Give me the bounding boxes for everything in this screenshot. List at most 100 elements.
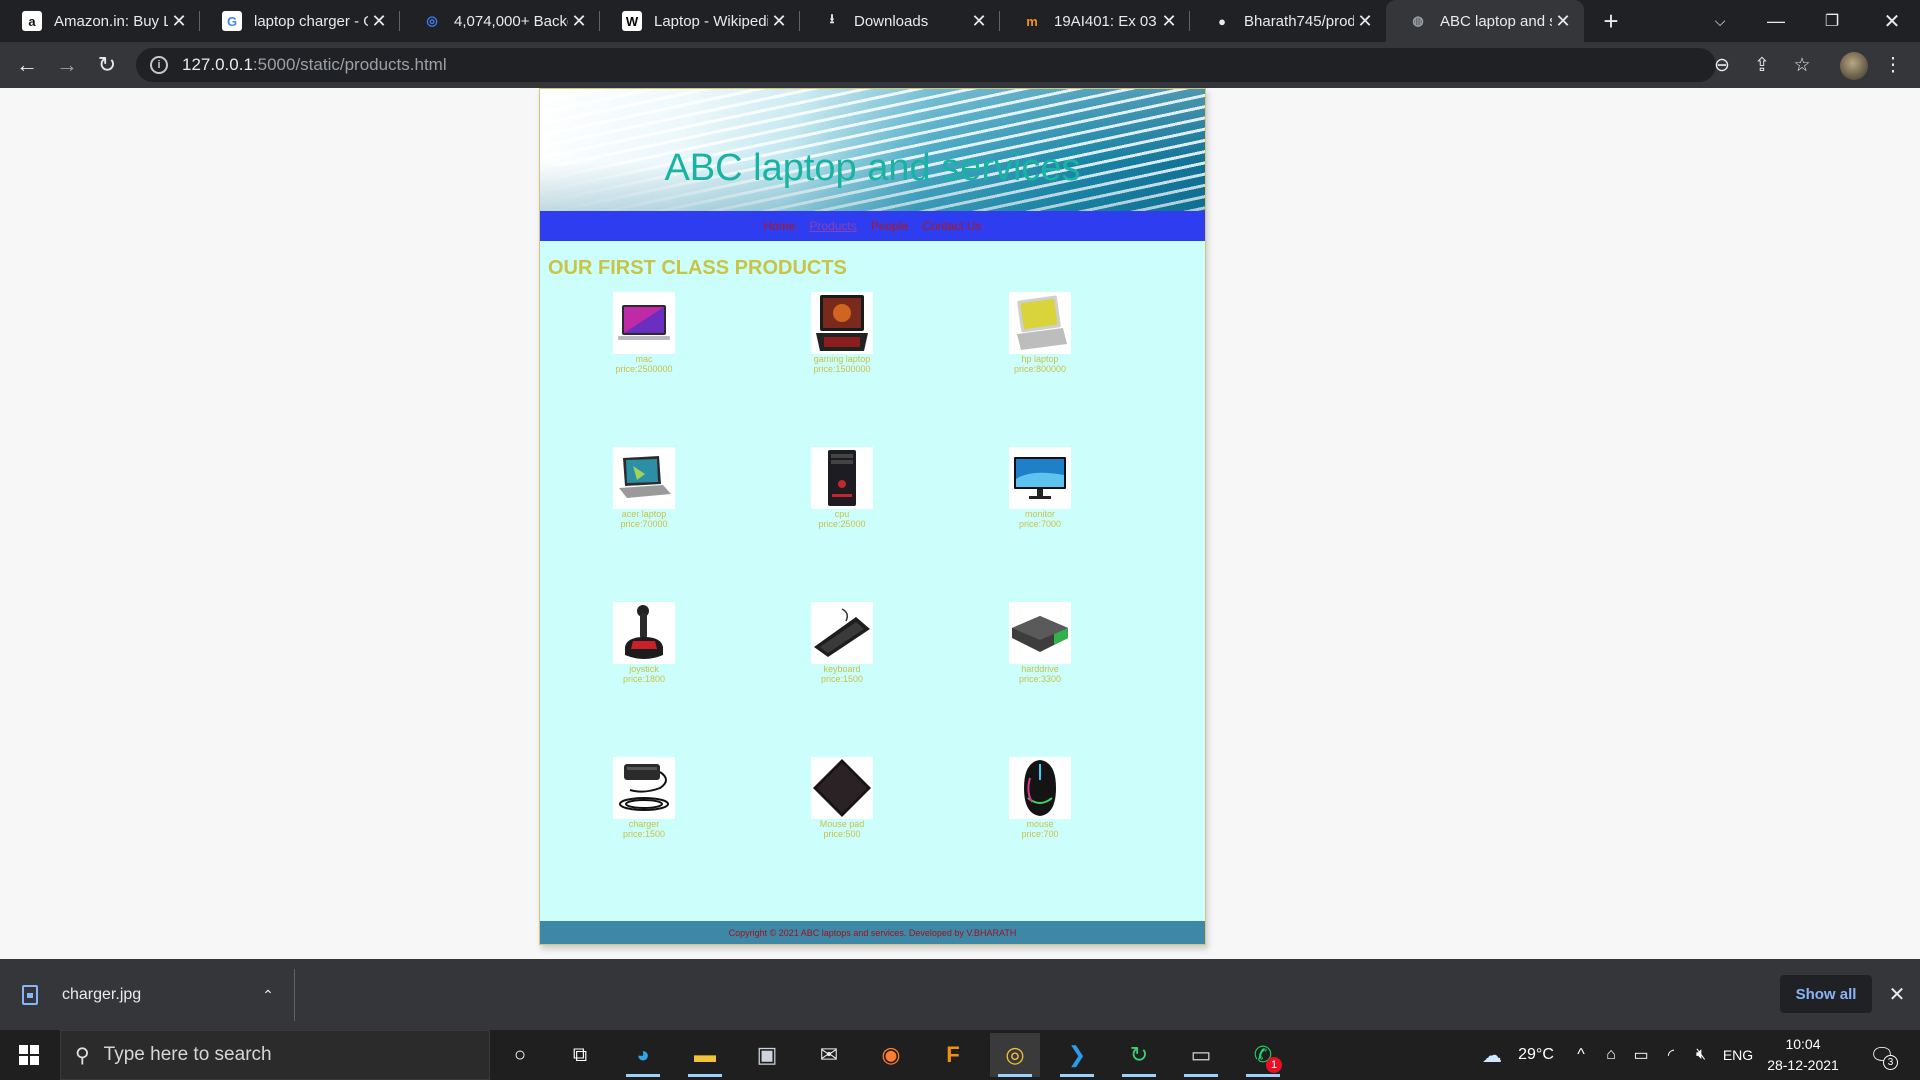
profile-avatar[interactable] — [1840, 52, 1868, 80]
product-card[interactable]: mac price:2500000 — [584, 292, 704, 374]
product-card[interactable]: mouse price:700 — [980, 757, 1100, 839]
image-file-icon — [22, 985, 38, 1005]
weather-cloud-icon[interactable]: ☁ — [1474, 1030, 1510, 1080]
cortana-circle-icon[interactable]: ○ — [495, 1033, 545, 1077]
tab-title: ABC laptop and services — [1440, 12, 1552, 30]
mail-icon[interactable]: ✉ — [804, 1033, 854, 1077]
forward-arrow-icon[interactable]: → — [52, 50, 82, 80]
product-name: harddrive — [1021, 664, 1059, 674]
notification-center-icon[interactable]: 🗨︎ 3 — [1864, 1038, 1900, 1072]
monitor-image[interactable] — [1009, 447, 1071, 509]
harddrive-image[interactable] — [1009, 602, 1071, 664]
product-card[interactable]: joystick price:1800 — [584, 602, 704, 684]
battery-icon[interactable]: ▭ — [1628, 1030, 1654, 1080]
close-tab-icon[interactable]: ✕ — [1158, 10, 1180, 32]
product-card[interactable]: Mouse pad price:500 — [782, 757, 902, 839]
language-indicator[interactable]: ENG — [1718, 1030, 1758, 1080]
charger-image[interactable] — [613, 757, 675, 819]
product-card[interactable]: hp laptop price:800000 — [980, 292, 1100, 374]
nav-link-people[interactable]: People — [871, 219, 908, 233]
tab-backgrounds[interactable]: ◎ 4,074,000+ Backgrounds ✕ — [400, 0, 600, 42]
acer-laptop-image[interactable] — [613, 447, 675, 509]
device-icon[interactable]: ⌂ — [1598, 1030, 1624, 1080]
refresh-app-icon[interactable]: ↻ — [1114, 1033, 1164, 1077]
reload-icon[interactable]: ↻ — [92, 50, 122, 80]
bookmark-star-icon[interactable]: ☆ — [1787, 50, 1817, 80]
close-tab-icon[interactable]: ✕ — [568, 10, 590, 32]
close-tab-icon[interactable]: ✕ — [768, 10, 790, 32]
mousepad-image[interactable] — [811, 757, 873, 819]
globe-favicon-icon: ◍ — [1408, 11, 1428, 31]
close-tab-icon[interactable]: ✕ — [1552, 10, 1574, 32]
search-icon: ⚲ — [75, 1044, 90, 1067]
gaming-laptop-image[interactable] — [811, 292, 873, 354]
tab-amazon[interactable]: a Amazon.in: Buy Laptop ✕ — [0, 0, 200, 42]
mac-laptop-image[interactable] — [613, 292, 675, 354]
product-card[interactable]: charger price:1500 — [584, 757, 704, 839]
tab-search-chevron-icon[interactable]: ⌵ — [1692, 0, 1748, 42]
task-view-icon[interactable]: ⧉ — [555, 1033, 605, 1077]
start-button[interactable] — [0, 1030, 58, 1080]
product-card[interactable]: gaming laptop price:1500000 — [782, 292, 902, 374]
back-arrow-icon[interactable]: ← — [12, 50, 42, 80]
menu-kebab-icon[interactable]: ⋮ — [1878, 50, 1908, 80]
close-tab-icon[interactable]: ✕ — [168, 10, 190, 32]
hp-laptop-image[interactable] — [1009, 292, 1071, 354]
site-navigation: Home Products People Contact Us — [540, 211, 1205, 241]
show-all-button[interactable]: Show all — [1780, 975, 1872, 1013]
restore-button[interactable]: ❐ — [1804, 0, 1860, 42]
tab-downloads[interactable]: ⭳ Downloads ✕ — [800, 0, 1000, 42]
speaker-muted-icon[interactable]: 🔇︎ — [1688, 1030, 1714, 1080]
product-name: mac — [635, 354, 653, 364]
keyboard-image[interactable] — [811, 602, 873, 664]
close-download-bar-icon[interactable]: ✕ — [1884, 981, 1910, 1007]
address-bar[interactable]: i 127.0.0.1:5000/static/products.html — [136, 48, 1716, 82]
tab-google-search[interactable]: G laptop charger - Google ✕ — [200, 0, 400, 42]
site-info-icon[interactable]: i — [150, 56, 168, 74]
cpu-tower-image[interactable] — [811, 447, 873, 509]
joystick-image[interactable] — [613, 602, 675, 664]
tab-abc-laptop[interactable]: ◍ ABC laptop and services ✕ — [1386, 0, 1584, 42]
product-card[interactable]: cpu price:25000 — [782, 447, 902, 529]
microsoft-store-icon[interactable]: ▣ — [742, 1033, 792, 1077]
whatsapp-icon[interactable]: ✆ 1 — [1238, 1033, 1288, 1077]
notification-count: 3 — [1883, 1055, 1898, 1070]
product-card[interactable]: acer laptop price:70000 — [584, 447, 704, 529]
chrome-icon[interactable]: ◎ — [990, 1033, 1040, 1077]
tab-wikipedia[interactable]: W Laptop - Wikipedia ✕ — [600, 0, 800, 42]
product-name: charger — [628, 819, 660, 829]
tab-title: Bharath745/products — [1244, 12, 1354, 30]
edge-browser-icon[interactable]: ◕ — [618, 1033, 668, 1077]
nav-link-products[interactable]: Products — [809, 219, 856, 233]
file-explorer-icon[interactable]: ▬ — [680, 1033, 730, 1077]
system-clock[interactable]: 10:04 28-12-2021 — [1760, 1034, 1846, 1076]
firefox-icon[interactable]: ◉ — [866, 1033, 916, 1077]
nav-link-contact-us[interactable]: Contact Us — [922, 219, 981, 233]
download-item[interactable]: charger.jpg ⌃ — [22, 977, 280, 1013]
product-name: Mouse pad — [819, 819, 865, 829]
mouse-image[interactable] — [1009, 757, 1071, 819]
weather-temperature[interactable]: 29°C — [1512, 1030, 1560, 1080]
minimize-button[interactable]: — — [1748, 0, 1804, 42]
close-tab-icon[interactable]: ✕ — [368, 10, 390, 32]
close-tab-icon[interactable]: ✕ — [1354, 10, 1376, 32]
fl-studio-icon[interactable]: F — [928, 1033, 978, 1077]
nav-link-home[interactable]: Home — [763, 219, 795, 233]
vscode-icon[interactable]: ❯ — [1052, 1033, 1102, 1077]
product-card[interactable]: keyboard price:1500 — [782, 602, 902, 684]
zoom-icon[interactable]: ⊖ — [1707, 50, 1737, 80]
google-favicon-icon: G — [222, 11, 242, 31]
tab-github[interactable]: ● Bharath745/products ✕ — [1190, 0, 1386, 42]
terminal-icon[interactable]: ▭ — [1176, 1033, 1226, 1077]
chevron-up-icon[interactable]: ⌃ — [256, 987, 280, 1004]
taskbar-search-box[interactable]: ⚲ Type here to search — [60, 1030, 490, 1080]
close-tab-icon[interactable]: ✕ — [968, 10, 990, 32]
new-tab-button[interactable]: + — [1596, 6, 1626, 36]
share-icon[interactable]: ⇪ — [1747, 50, 1777, 80]
product-card[interactable]: monitor price:7000 — [980, 447, 1100, 529]
tab-moodle[interactable]: m 19AI401: Ex 03: D ✕ — [1000, 0, 1190, 42]
product-card[interactable]: harddrive price:3300 — [980, 602, 1100, 684]
wifi-icon[interactable]: ◜ — [1658, 1030, 1684, 1080]
show-hidden-icons-chevron-icon[interactable]: ^ — [1568, 1030, 1594, 1080]
close-window-button[interactable]: ✕ — [1864, 0, 1920, 42]
